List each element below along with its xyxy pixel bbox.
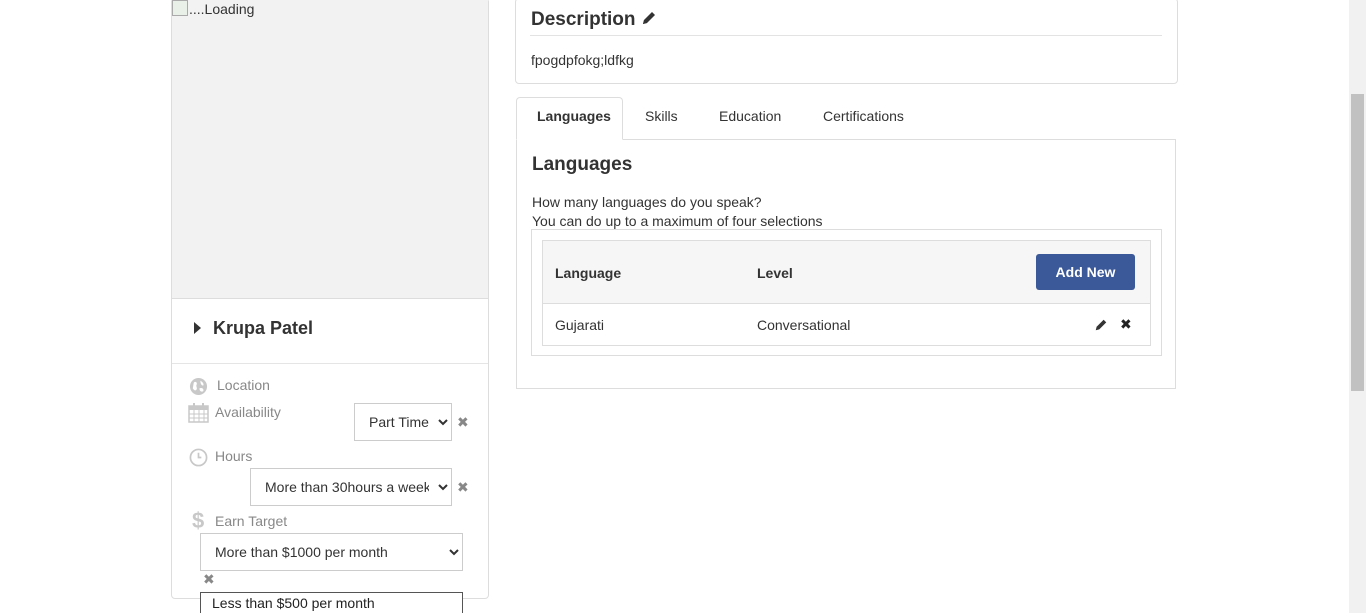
earn-target-label: Earn Target <box>215 513 288 529</box>
description-title: Description <box>531 9 657 31</box>
hours-label: Hours <box>215 448 253 464</box>
add-new-language-button[interactable]: Add New <box>1036 254 1135 290</box>
description-title-text: Description <box>531 9 636 30</box>
divider <box>530 35 1162 36</box>
tab-languages[interactable]: Languages <box>537 108 611 124</box>
languages-title: Languages <box>532 154 633 175</box>
language-cell: Gujarati <box>555 317 605 333</box>
clear-hours-icon[interactable]: ✖ <box>457 479 469 496</box>
clear-availability-icon[interactable]: ✖ <box>457 414 469 431</box>
clock-icon <box>189 448 208 467</box>
clear-earn-target-icon[interactable]: ✖ <box>203 571 215 588</box>
hours-select[interactable]: More than 30hours a week <box>250 468 452 506</box>
globe-icon <box>189 377 208 396</box>
profile-image: ....Loading <box>172 0 254 17</box>
availability-select[interactable]: Part Time <box>354 403 452 441</box>
earn-target-select[interactable]: More than $1000 per month <box>200 533 463 571</box>
profile-name: Krupa Patel <box>213 318 314 338</box>
image-alt-text: ....Loading <box>189 1 255 17</box>
languages-question: How many languages do you speak? <box>532 194 762 210</box>
tab-education[interactable]: Education <box>719 108 781 124</box>
profile-image-placeholder <box>172 0 488 299</box>
pencil-icon[interactable] <box>1094 318 1108 332</box>
tab-skills[interactable]: Skills <box>645 108 678 124</box>
level-cell: Conversational <box>757 317 851 333</box>
description-text: fpogdpfokg;ldfkg <box>531 52 634 68</box>
location-label: Location <box>217 377 270 393</box>
languages-instructions: How many languages do you speak? You can… <box>532 193 823 231</box>
caret-right-icon[interactable] <box>194 322 201 334</box>
close-icon[interactable]: ✖ <box>1120 316 1132 333</box>
pencil-icon[interactable] <box>641 10 657 26</box>
column-header-level: Level <box>757 265 793 281</box>
scrollbar-thumb[interactable] <box>1351 94 1364 391</box>
tab-certifications[interactable]: Certifications <box>823 108 904 124</box>
availability-label: Availability <box>215 404 281 420</box>
calendar-icon <box>188 403 209 423</box>
earn-target-dropdown-option[interactable]: Less than $500 per month <box>200 592 463 613</box>
dollar-icon: $ <box>192 508 205 533</box>
broken-image-icon <box>172 0 188 16</box>
column-header-language: Language <box>555 265 622 281</box>
